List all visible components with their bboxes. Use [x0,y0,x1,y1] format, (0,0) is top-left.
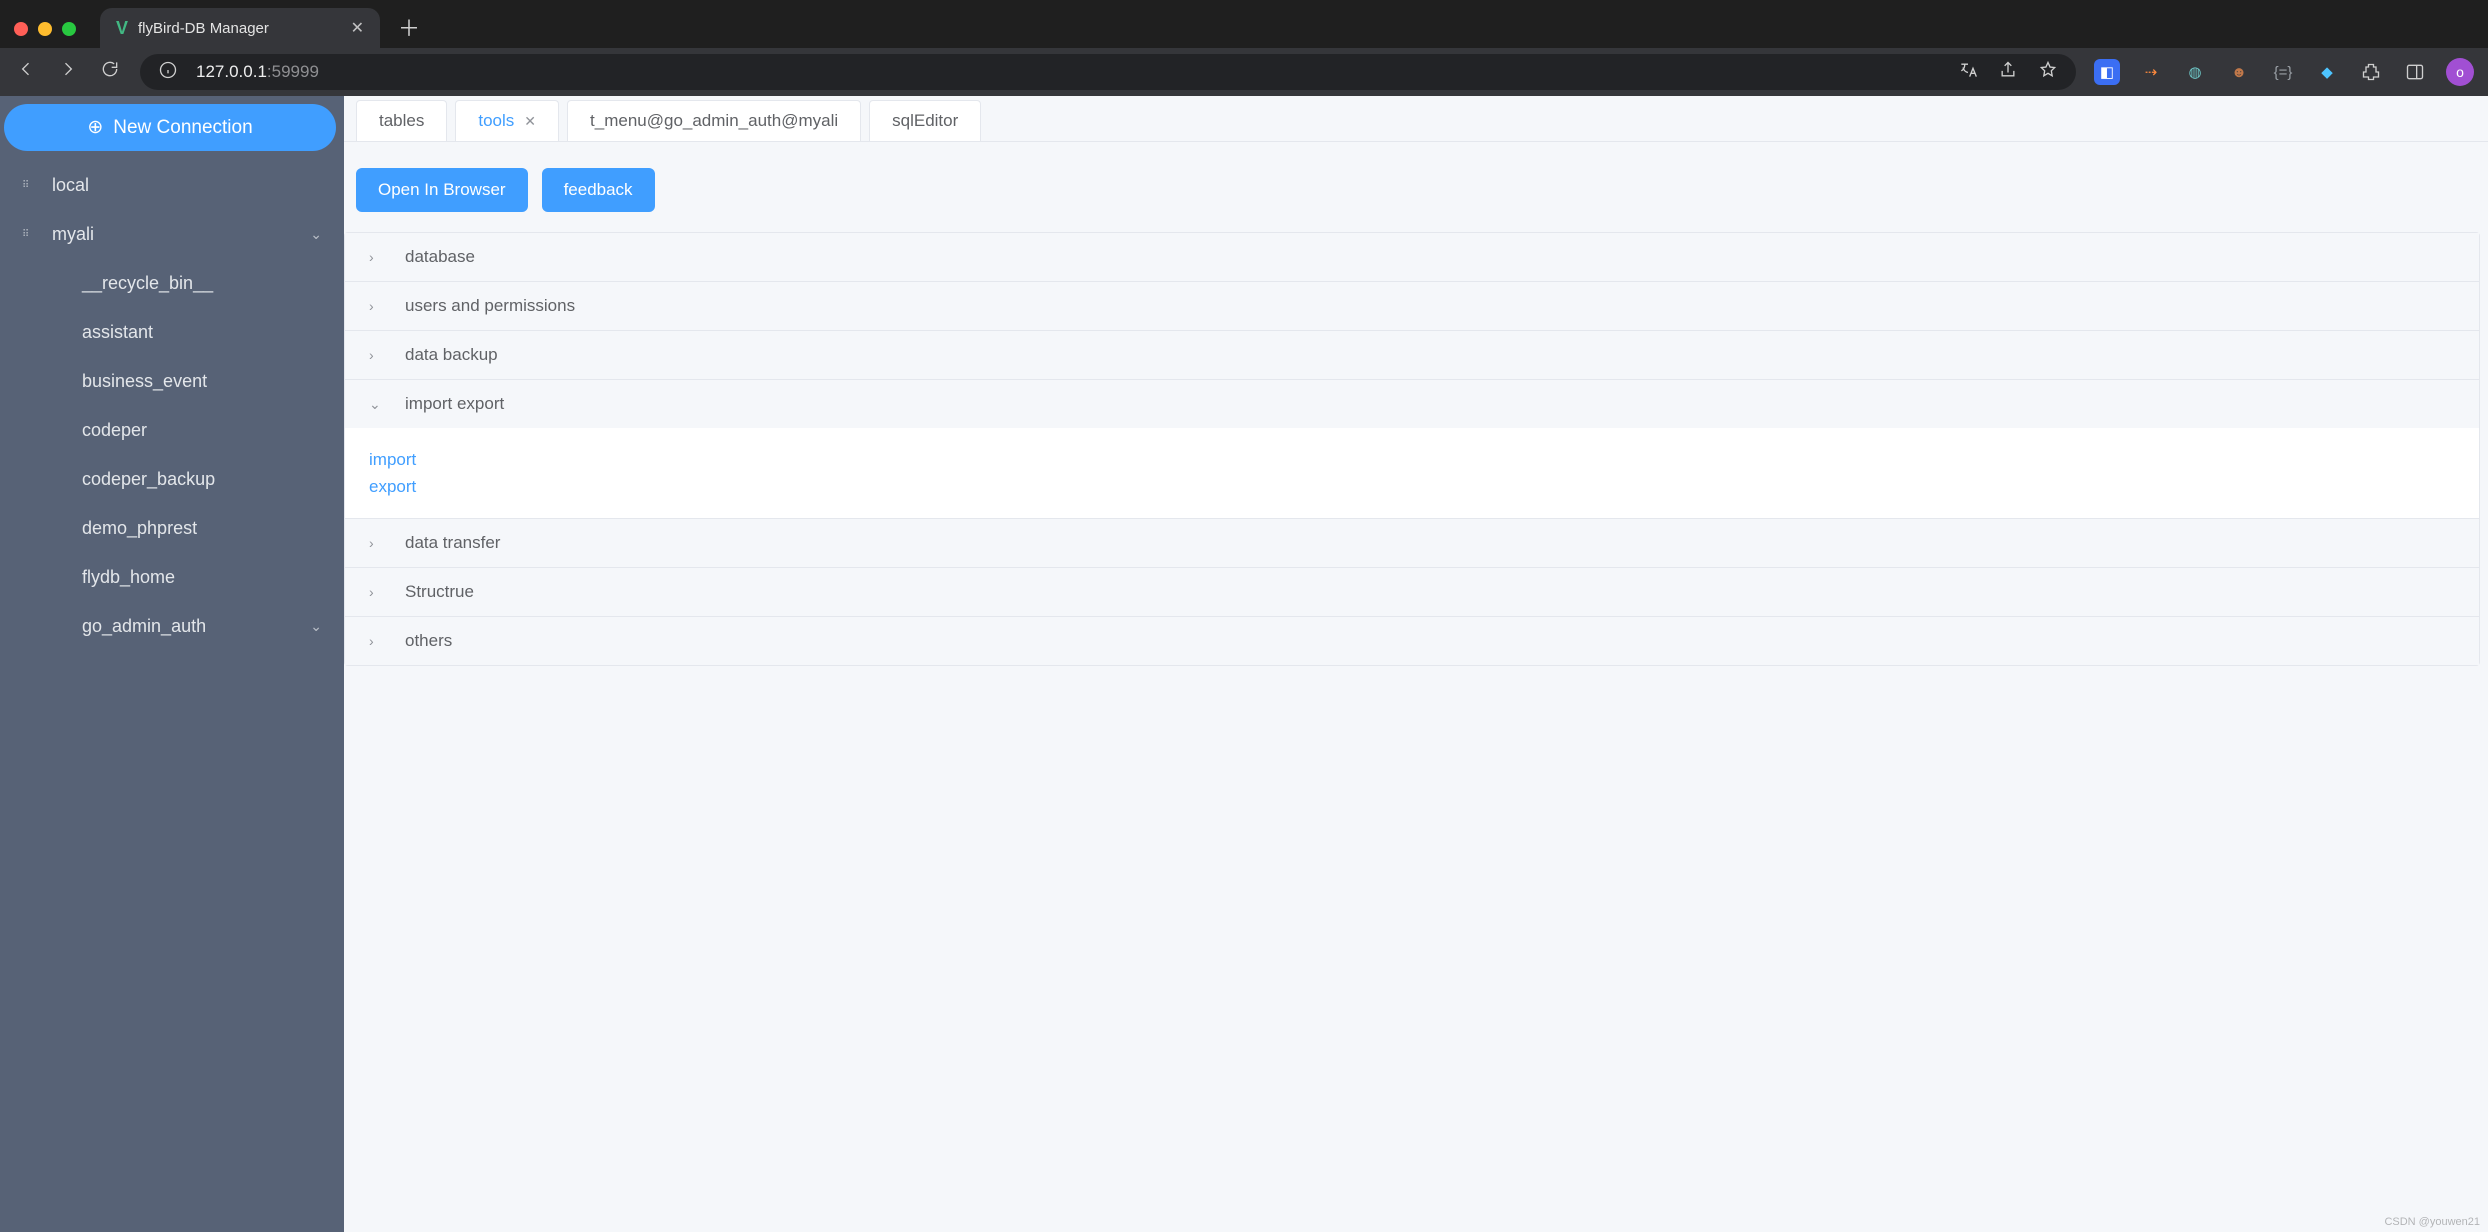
new-connection-label: New Connection [113,117,252,139]
translate-icon[interactable] [1958,60,1978,85]
extension-icon[interactable]: ◍ [2182,59,2208,85]
close-window-icon[interactable] [14,22,28,36]
accordion-section-structure: ›Structrue [345,568,2479,617]
database-item[interactable]: codeper [4,406,340,455]
watermark: CSDN @youwen21 [2384,1216,2480,1228]
chevron-right-icon: › [369,347,383,363]
browser-tab-row: V flyBird-DB Manager ✕ ＋ [0,0,2488,48]
connection-item-local[interactable]: ⠿ local [4,161,340,210]
open-in-browser-button[interactable]: Open In Browser [356,168,528,212]
connection-label: myali [52,224,94,245]
chevron-right-icon: › [369,298,383,314]
accordion-section-transfer: ›data transfer [345,519,2479,568]
chevron-down-icon: ⌄ [310,226,322,243]
connection-item-myali[interactable]: ⠿ myali ⌄ [4,210,340,259]
database-item[interactable]: __recycle_bin__ [4,259,340,308]
browser-toolbar: 127.0.0.1:59999 ◧ ⇢ ◍ ☻ {=} ◆ o [0,48,2488,96]
tab-tmenu[interactable]: t_menu@go_admin_auth@myali [567,100,861,141]
app-root: ⊕ New Connection ⠿ local ⠿ myali ⌄ __rec… [0,96,2488,1232]
extension-icon[interactable]: ◧ [2094,59,2120,85]
accordion-section-users: ›users and permissions [345,282,2479,331]
database-item[interactable]: go_admin_auth ⌄ [4,602,340,651]
accordion-section-import-export: ⌄ import export import export [345,380,2479,519]
site-info-icon[interactable] [158,60,178,85]
extensions-menu-icon[interactable] [2358,59,2384,85]
database-item[interactable]: codeper_backup [4,455,340,504]
chevron-down-icon: ⌄ [369,396,383,413]
database-item[interactable]: demo_phprest [4,504,340,553]
drag-grip-icon: ⠿ [22,232,38,238]
chevron-right-icon: › [369,633,383,649]
database-item[interactable]: business_event [4,357,340,406]
extensions-row: ◧ ⇢ ◍ ☻ {=} ◆ o [2094,58,2474,86]
extension-icon[interactable]: ◆ [2314,59,2340,85]
drag-grip-icon: ⠿ [22,183,38,189]
new-connection-button[interactable]: ⊕ New Connection [4,104,336,151]
accordion-section-database: ›database [345,233,2479,282]
sidebar: ⊕ New Connection ⠿ local ⠿ myali ⌄ __rec… [0,96,344,1232]
url-port: :59999 [267,62,319,81]
browser-chrome: V flyBird-DB Manager ✕ ＋ 127.0.0.1:59999 [0,0,2488,96]
database-item[interactable]: flydb_home [4,553,340,602]
vue-logo-icon: V [116,18,128,39]
extension-icon[interactable]: {=} [2270,59,2296,85]
database-item[interactable]: assistant [4,308,340,357]
minimize-window-icon[interactable] [38,22,52,36]
tools-toolbar: Open In Browser feedback [344,142,2488,232]
tab-tables[interactable]: tables [356,100,447,141]
close-icon[interactable]: ✕ [524,113,536,130]
forward-button[interactable] [56,59,80,85]
side-panel-icon[interactable] [2402,59,2428,85]
reload-button[interactable] [98,59,122,85]
accordion-section-backup: ›data backup [345,331,2479,380]
tools-accordion: ›database ›users and permissions ›data b… [344,232,2480,666]
address-bar[interactable]: 127.0.0.1:59999 [140,54,2076,90]
chevron-right-icon: › [369,535,383,551]
chevron-right-icon: › [369,584,383,600]
plus-circle-icon: ⊕ [87,116,103,139]
extension-icon[interactable]: ⇢ [2138,59,2164,85]
import-link[interactable]: import [369,446,2455,473]
browser-tab[interactable]: V flyBird-DB Manager ✕ [100,8,380,48]
feedback-button[interactable]: feedback [542,168,655,212]
back-button[interactable] [14,59,38,85]
bookmark-star-icon[interactable] [2038,60,2058,85]
content-tabs: tables tools ✕ t_menu@go_admin_auth@myal… [344,96,2488,142]
window-controls [14,22,76,36]
chevron-down-icon: ⌄ [310,618,322,635]
share-icon[interactable] [1998,60,2018,85]
chevron-right-icon: › [369,249,383,265]
maximize-window-icon[interactable] [62,22,76,36]
accordion-section-others: ›others [345,617,2479,665]
address-bar-actions [1958,60,2058,85]
main-panel: tables tools ✕ t_menu@go_admin_auth@myal… [344,96,2488,1232]
close-tab-icon[interactable]: ✕ [351,18,364,38]
export-link[interactable]: export [369,473,2455,500]
tab-tools[interactable]: tools ✕ [455,100,559,141]
profile-avatar[interactable]: o [2446,58,2474,86]
tab-title: flyBird-DB Manager [138,20,269,37]
accordion-body: import export [345,428,2479,518]
tab-sqleditor[interactable]: sqlEditor [869,100,981,141]
url-host: 127.0.0.1 [196,62,267,81]
new-tab-button[interactable]: ＋ [398,18,420,40]
extension-icon[interactable]: ☻ [2226,59,2252,85]
connection-label: local [52,175,89,196]
